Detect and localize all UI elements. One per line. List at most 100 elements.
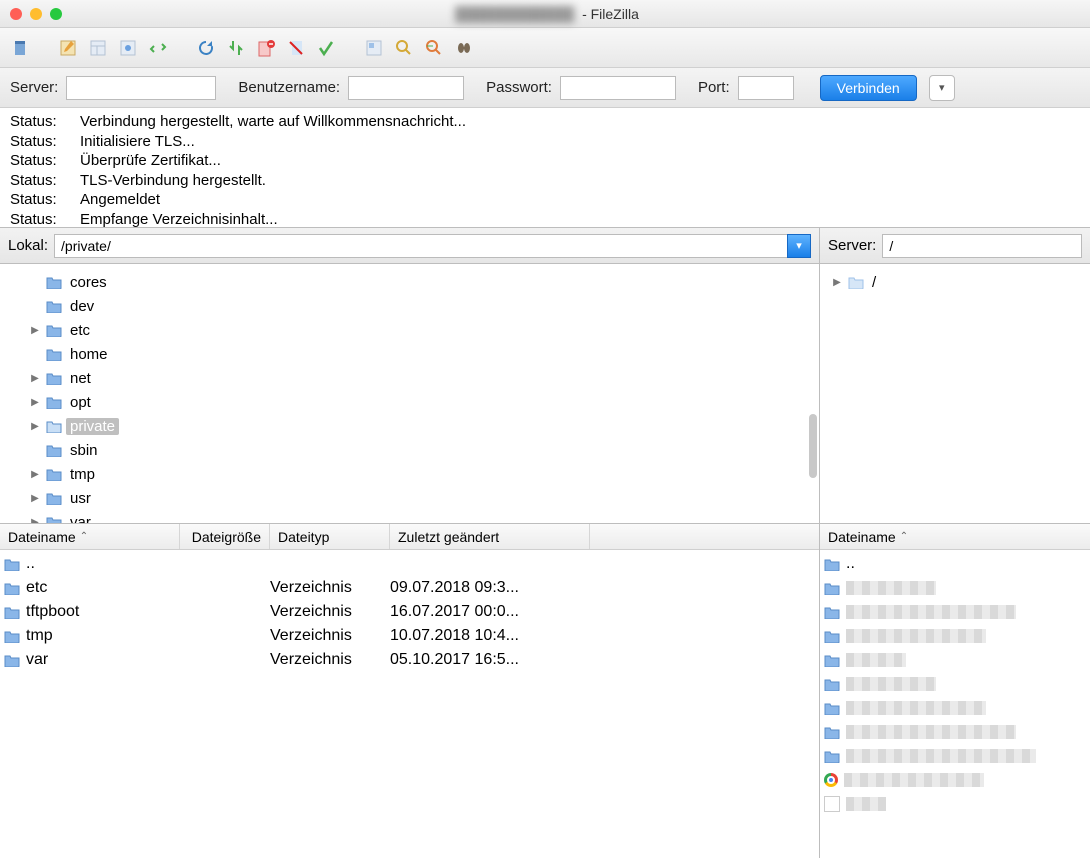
server-input[interactable] — [66, 76, 216, 100]
file-row[interactable] — [820, 744, 1090, 768]
expand-arrow-icon[interactable] — [28, 325, 42, 336]
cancel-button[interactable] — [254, 36, 278, 60]
file-row[interactable]: etcVerzeichnis09.07.2018 09:3... — [0, 576, 819, 600]
disconnect-button[interactable] — [284, 36, 308, 60]
col-type[interactable]: Dateityp — [270, 524, 390, 549]
file-row[interactable] — [820, 672, 1090, 696]
expand-arrow-icon[interactable] — [28, 397, 42, 408]
log-msg: Initialisiere TLS... — [80, 132, 472, 152]
filter-button[interactable] — [362, 36, 386, 60]
refresh-button[interactable] — [194, 36, 218, 60]
tree-item-label: var — [66, 514, 95, 524]
folder-icon — [4, 605, 20, 619]
file-name: tmp — [26, 627, 53, 645]
remote-tree-root-label: / — [868, 274, 880, 291]
toggle-log-button[interactable] — [56, 36, 80, 60]
tree-item-home[interactable]: home — [28, 342, 819, 366]
file-row[interactable] — [820, 768, 1090, 792]
window-title: ████████████ - FileZilla — [451, 6, 639, 22]
password-input[interactable] — [560, 76, 676, 100]
file-name-blurred — [846, 677, 936, 691]
scrollbar-thumb[interactable] — [809, 414, 817, 478]
expand-arrow-icon[interactable] — [28, 421, 42, 432]
port-input[interactable] — [738, 76, 794, 100]
minimize-window-button[interactable] — [30, 8, 42, 20]
close-window-button[interactable] — [10, 8, 22, 20]
tree-item-opt[interactable]: opt — [28, 390, 819, 414]
reconnect-button[interactable] — [314, 36, 338, 60]
local-path-input[interactable] — [54, 234, 787, 258]
tree-item-usr[interactable]: usr — [28, 486, 819, 510]
local-tree[interactable]: cores devetchomenet opt private sbintmpusr va… — [0, 264, 820, 523]
log-msg: Verbindung hergestellt, warte auf Willko… — [80, 112, 472, 132]
file-row[interactable] — [820, 600, 1090, 624]
col-name[interactable]: Dateiname⌃ — [0, 524, 180, 549]
local-list-body[interactable]: ..etcVerzeichnis09.07.2018 09:3...tftpbo… — [0, 550, 819, 858]
tree-item-var[interactable]: var — [28, 510, 819, 523]
file-name-blurred — [846, 653, 906, 667]
tree-item-cores[interactable]: cores — [28, 270, 819, 294]
expand-arrow-icon[interactable] — [830, 277, 844, 288]
connect-button[interactable]: Verbinden — [820, 75, 917, 101]
username-input[interactable] — [348, 76, 464, 100]
folder-icon — [46, 323, 62, 337]
tree-item-label: cores — [66, 274, 111, 291]
tree-item-label: opt — [66, 394, 95, 411]
local-path-dropdown[interactable] — [787, 234, 811, 258]
window-title-suffix: - FileZilla — [582, 6, 639, 22]
file-row[interactable]: tmpVerzeichnis10.07.2018 10:4... — [0, 624, 819, 648]
file-row[interactable]: .. — [0, 552, 819, 576]
path-bars: Lokal: Server: — [0, 228, 1090, 264]
file-row[interactable] — [820, 648, 1090, 672]
folder-icon — [4, 629, 20, 643]
main-toolbar — [0, 28, 1090, 68]
remote-tree-root[interactable]: / — [830, 270, 1090, 294]
process-queue-button[interactable] — [224, 36, 248, 60]
file-row[interactable]: .. — [820, 552, 1090, 576]
maximize-window-button[interactable] — [50, 8, 62, 20]
file-name: var — [26, 651, 48, 669]
expand-arrow-icon[interactable] — [28, 469, 42, 480]
log-row: Status:TLS-Verbindung hergestellt. — [10, 171, 472, 191]
folder-icon — [46, 395, 62, 409]
message-log[interactable]: Status:Verbindung hergestellt, warte auf… — [0, 108, 1090, 228]
file-modified: 10.07.2018 10:4... — [390, 627, 590, 645]
tree-item-etc[interactable]: etc — [28, 318, 819, 342]
col-modified[interactable]: Zuletzt geändert — [390, 524, 590, 549]
file-row[interactable] — [820, 624, 1090, 648]
password-label: Passwort: — [486, 79, 552, 96]
title-bar: ████████████ - FileZilla — [0, 0, 1090, 28]
tree-item-label: private — [66, 418, 119, 435]
tree-item-net[interactable]: net — [28, 366, 819, 390]
toggle-tree-local-button[interactable] — [86, 36, 110, 60]
file-row[interactable]: tftpbootVerzeichnis16.07.2017 00:0... — [0, 600, 819, 624]
folder-icon — [824, 557, 840, 571]
search-remote-button[interactable] — [452, 36, 476, 60]
remote-path-input[interactable] — [882, 234, 1082, 258]
log-msg: TLS-Verbindung hergestellt. — [80, 171, 472, 191]
file-row[interactable] — [820, 792, 1090, 816]
tree-item-dev[interactable]: dev — [28, 294, 819, 318]
tree-item-sbin[interactable]: sbin — [28, 438, 819, 462]
expand-arrow-icon[interactable] — [28, 373, 42, 384]
tree-item-tmp[interactable]: tmp — [28, 462, 819, 486]
tree-item-private[interactable]: private — [28, 414, 819, 438]
toggle-tree-remote-button[interactable] — [116, 36, 140, 60]
quickconnect-history-button[interactable] — [929, 75, 955, 101]
expand-arrow-icon[interactable] — [28, 517, 42, 524]
site-manager-button[interactable] — [8, 36, 32, 60]
directory-compare-button[interactable] — [392, 36, 416, 60]
remote-tree[interactable]: / — [820, 264, 1090, 523]
remote-list-body[interactable]: .. — [820, 550, 1090, 858]
file-row[interactable] — [820, 696, 1090, 720]
file-row[interactable] — [820, 576, 1090, 600]
folder-icon — [824, 701, 840, 715]
window-title-host-blurred: ████████████ — [451, 6, 578, 22]
sync-browsing-button[interactable] — [422, 36, 446, 60]
toggle-queue-button[interactable] — [146, 36, 170, 60]
col-size[interactable]: Dateigröße — [180, 524, 270, 549]
file-row[interactable] — [820, 720, 1090, 744]
file-row[interactable]: varVerzeichnis05.10.2017 16:5... — [0, 648, 819, 672]
col-name[interactable]: Dateiname⌃ — [820, 524, 1090, 549]
expand-arrow-icon[interactable] — [28, 493, 42, 504]
